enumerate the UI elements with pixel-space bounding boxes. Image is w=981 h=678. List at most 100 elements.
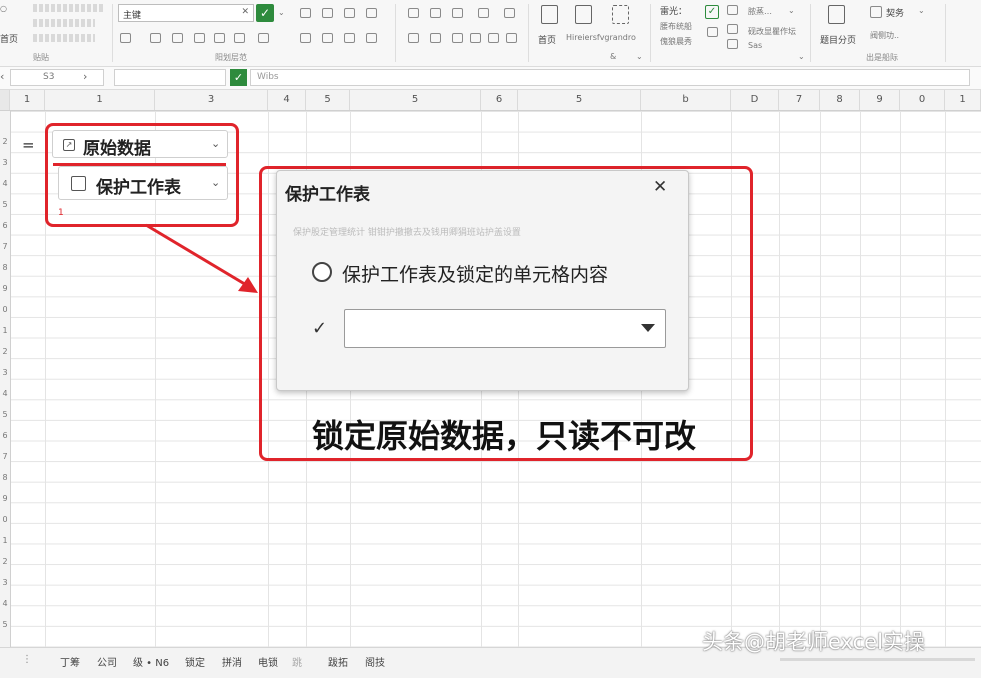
merge-icon[interactable] [322,33,333,43]
row-header[interactable]: 2 [0,557,10,566]
column-header[interactable]: D [731,90,779,110]
chevron-down-icon[interactable]: ⌄ [278,8,285,17]
list2-icon[interactable] [430,33,441,43]
ribbon-check-label[interactable]: 契务 [886,6,904,19]
filter-icon[interactable] [506,33,517,43]
table2-icon[interactable] [727,24,738,34]
column-header[interactable]: 1 [945,90,981,110]
column-header[interactable]: 6 [481,90,518,110]
column-header[interactable]: 3 [155,90,268,110]
shape-icon[interactable] [470,33,481,43]
checkbox-icon[interactable] [870,6,882,18]
check-icon[interactable]: ✓ [312,318,327,339]
checkbox-checked-icon[interactable]: ✓ [705,5,719,19]
formula-input[interactable]: Wibs [250,69,970,86]
bold-icon[interactable] [120,33,131,43]
row-header[interactable]: 6 [0,221,10,230]
wrap-icon[interactable] [300,33,311,43]
row-header[interactable]: 2 [0,137,10,146]
ribbon-option-a[interactable]: 雷光： [660,4,687,17]
row-header[interactable]: 3 [0,578,10,587]
list3-icon[interactable] [452,33,463,43]
ribbon-home-icon[interactable]: ○ [0,4,7,13]
align-right-icon[interactable] [452,8,463,18]
chevron-down-icon[interactable]: ⌄ [918,6,925,15]
forward-arrow-icon[interactable]: › [83,70,87,83]
list-icon[interactable] [408,33,419,43]
row-header[interactable]: 4 [0,179,10,188]
column-header[interactable]: 7 [779,90,820,110]
template-icon[interactable] [612,5,629,24]
indent-icon[interactable] [344,33,355,43]
sheet-tab[interactable]: 级 • N6 [133,654,169,669]
border-icon[interactable] [194,33,205,43]
row-header[interactable]: 9 [0,494,10,503]
italic-icon[interactable] [150,33,161,43]
row-header[interactable]: 6 [0,431,10,440]
ribbon-page-break-label[interactable]: 题目分页 [820,33,856,46]
formula-confirm-icon[interactable]: ✓ [230,69,247,86]
dialog-select[interactable] [344,309,666,348]
sheet-tab[interactable]: 跳 [292,654,302,669]
column-header[interactable]: 5 [518,90,641,110]
row-header[interactable]: 0 [0,515,10,524]
chevron-down-icon[interactable]: ⌄ [636,52,643,61]
table3-icon[interactable] [727,39,738,49]
select-all-corner[interactable] [0,90,10,110]
ribbon-option-c[interactable]: 傀狼晨秀 [660,36,692,47]
close-icon[interactable]: ✕ [653,177,667,197]
row-header[interactable]: 1 [0,326,10,335]
document-icon[interactable] [575,5,592,24]
sheet-tab[interactable]: 拼消 [222,654,242,669]
column-header[interactable]: 4 [268,90,306,110]
chevron-down-icon[interactable]: ⌄ [798,52,805,61]
ribbon-menu-template[interactable]: Hireiersfvgrandro [566,33,636,42]
name-box[interactable]: S3 › [10,69,104,86]
row-header[interactable]: 3 [0,158,10,167]
format-icon[interactable] [707,27,718,37]
sheet-tab[interactable]: 丁筹 [60,654,80,669]
row-header[interactable]: 8 [0,473,10,482]
chevron-down-icon[interactable]: ⌄ [788,6,795,15]
ribbon-item-3[interactable]: Sas [748,41,762,50]
sheet-tab[interactable]: 跋拓 [328,654,348,669]
column-header[interactable]: 8 [820,90,860,110]
ribbon-home-label[interactable]: 首页 [0,32,18,45]
align-top-icon[interactable] [300,8,311,18]
sheet-tab[interactable]: 电锁 [258,654,278,669]
align-center-icon[interactable] [430,8,441,18]
column-header[interactable]: 1 [45,90,155,110]
sheet-tab[interactable]: 公司 [97,654,117,669]
align-left-icon[interactable] [408,8,419,18]
font-dropdown-icon[interactable]: ✕ [241,7,249,17]
font-color-icon[interactable] [234,33,245,43]
row-header[interactable]: 4 [0,389,10,398]
clear-icon[interactable] [258,33,269,43]
column-header[interactable]: 9 [860,90,900,110]
row-header[interactable]: 4 [0,599,10,608]
ribbon-menu-home[interactable]: 首页 [538,33,556,46]
justify-icon[interactable] [478,8,489,18]
confirm-check-icon[interactable]: ✓ [256,4,274,22]
outdent-icon[interactable] [366,33,377,43]
column-header[interactable]: 1 [10,90,45,110]
page-icon[interactable] [541,5,558,24]
tab-nav-icon[interactable]: ⋮ [22,654,32,665]
page-break-icon[interactable] [828,5,845,24]
row-header[interactable]: 7 [0,452,10,461]
back-arrow-icon[interactable]: ‹ [0,70,4,83]
ribbon-item-1[interactable]: 脓蒸… [748,6,772,17]
radio-button[interactable] [312,262,332,282]
font-name-box[interactable]: 主键 ✕ [118,4,254,22]
ribbon-link-label[interactable]: 阀侧功.. [870,30,899,41]
row-header[interactable]: 1 [0,536,10,545]
row-header[interactable]: 9 [0,284,10,293]
column-header[interactable]: b [641,90,731,110]
fill-icon[interactable] [214,33,225,43]
sheet-tab[interactable]: 阁技 [365,654,385,669]
sort-icon[interactable] [488,33,499,43]
align-bottom-icon[interactable] [344,8,355,18]
distribute-icon[interactable] [504,8,515,18]
underline-icon[interactable] [172,33,183,43]
function-box[interactable] [114,69,226,86]
